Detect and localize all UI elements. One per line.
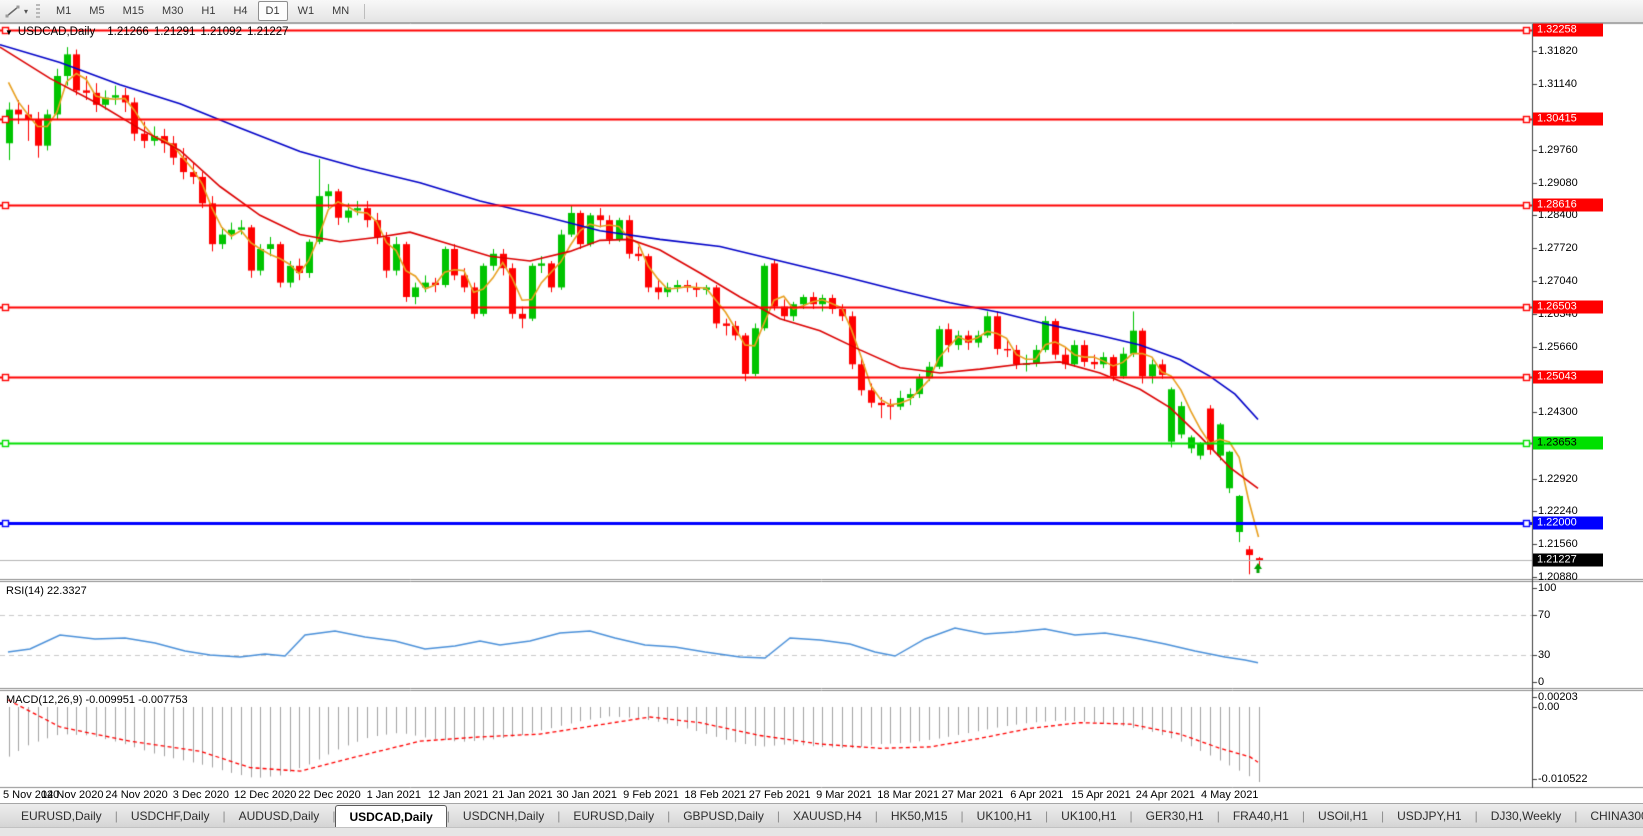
chart-tab-bar: EURUSD,Daily|USDCHF,Daily|AUDUSD,Daily|U…	[0, 803, 1643, 827]
chart-tab-list: EURUSD,Daily|USDCHF,Daily|AUDUSD,Daily|U…	[8, 804, 1643, 827]
chart-tab-fra40-h1[interactable]: FRA40,H1	[1220, 804, 1302, 827]
chart-tab-ger30-h1[interactable]: GER30,H1	[1133, 804, 1217, 827]
chart-tab-uk100-h1[interactable]: UK100,H1	[1048, 804, 1129, 827]
toolbar-grip[interactable]	[36, 4, 40, 19]
toolbar-separator	[364, 4, 365, 19]
timeframe-button-h4[interactable]: H4	[225, 1, 255, 21]
chart-tab-gbpusd-daily[interactable]: GBPUSD,Daily	[670, 804, 777, 827]
chart-tab-usdchf-daily[interactable]: USDCHF,Daily	[118, 804, 223, 827]
ohlc-low: 1.21092	[200, 26, 242, 38]
panel-resize-handle-rsi[interactable]	[0, 576, 1532, 583]
ohlc-high: 1.21291	[154, 26, 196, 38]
symbol-info-collapse-icon[interactable]: ▼	[5, 28, 13, 37]
ohlc-open: 1.21266	[107, 26, 149, 38]
draw-tool-dropdown-caret[interactable]: ▾	[24, 7, 28, 16]
draw-tool-button[interactable]: ▾	[0, 4, 32, 19]
chart-tab-uk100-h1[interactable]: UK100,H1	[964, 804, 1045, 827]
timeframe-button-w1[interactable]: W1	[290, 1, 323, 21]
timeframe-button-d1[interactable]: D1	[258, 1, 288, 21]
timeframe-button-group: M1M5M15M30H1H4D1W1MN	[47, 1, 358, 21]
trading-app-window: ▾ M1M5M15M30H1H4D1W1MN ▼ USDCAD,Daily 1.21…	[0, 0, 1643, 836]
timeframe-toolbar: ▾ M1M5M15M30H1H4D1W1MN	[0, 0, 1643, 23]
timeframe-button-m15[interactable]: M15	[115, 1, 152, 21]
timeframe-button-m1[interactable]: M1	[48, 1, 79, 21]
timeframe-button-m5[interactable]: M5	[81, 1, 112, 21]
chart-tab-audusd-daily[interactable]: AUDUSD,Daily	[226, 804, 333, 827]
chart-tab-usdjpy-h1[interactable]: USDJPY,H1	[1384, 804, 1474, 827]
timeframe-button-mn[interactable]: MN	[324, 1, 357, 21]
chart-tab-usdcad-daily[interactable]: USDCAD,Daily	[335, 805, 446, 827]
chart-tab-dj30-weekly[interactable]: DJ30,Weekly	[1478, 804, 1574, 827]
chart-tab-hk50-m15[interactable]: HK50,M15	[878, 804, 961, 827]
chart-symbol-period: USDCAD,Daily	[18, 26, 95, 38]
panel-resize-handle-macd[interactable]	[0, 686, 1532, 693]
timeframe-button-h1[interactable]: H1	[193, 1, 223, 21]
chart-tab-eurusd-daily[interactable]: EURUSD,Daily	[8, 804, 115, 827]
chart-tab-china300-h1[interactable]: CHINA300,H1	[1577, 804, 1643, 827]
trendline-tool-icon	[4, 4, 22, 19]
chart-tab-usoil-h1[interactable]: USOil,H1	[1305, 804, 1381, 827]
status-strip	[0, 827, 1643, 836]
ohlc-close: 1.21227	[247, 26, 289, 38]
chart-tab-eurusd-daily[interactable]: EURUSD,Daily	[560, 804, 667, 827]
chart-tab-usdcnh-daily[interactable]: USDCNH,Daily	[450, 804, 557, 827]
timeframe-button-m30[interactable]: M30	[154, 1, 191, 21]
chart-info-line: ▼ USDCAD,Daily 1.21266 1.21291 1.21092 1.2122…	[5, 26, 294, 38]
chart-tab-xauusd-h4[interactable]: XAUUSD,H4	[780, 804, 875, 827]
